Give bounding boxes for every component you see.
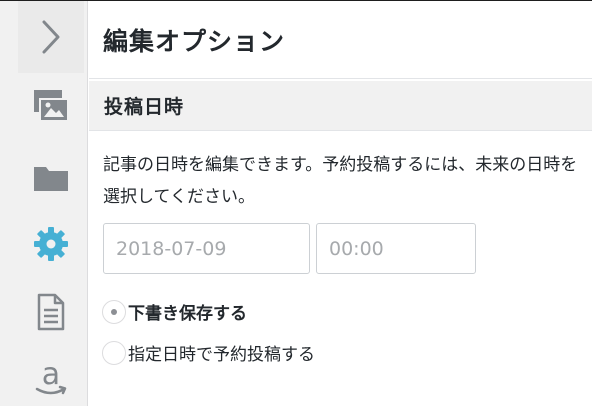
svg-text:a: a	[42, 358, 60, 392]
settings-button[interactable]	[18, 213, 84, 275]
amazon-button[interactable]: a	[18, 347, 84, 406]
schedule-post-label: 指定日時で予約投稿する	[128, 345, 315, 365]
document-icon	[37, 293, 65, 331]
document-button[interactable]	[18, 281, 84, 343]
save-draft-option[interactable]: 下書き保存する	[102, 299, 247, 324]
folder-icon	[34, 167, 68, 191]
save-draft-label: 下書き保存する	[128, 304, 247, 324]
section-title: 投稿日時	[104, 96, 185, 118]
editor-sidebar-rail: a	[0, 1, 88, 406]
schedule-post-radio[interactable]	[102, 340, 126, 365]
date-input[interactable]	[103, 223, 310, 274]
radio-selected-dot	[111, 308, 117, 315]
category-button[interactable]	[18, 147, 84, 209]
panel-title: 編集オプション	[103, 26, 286, 56]
collapse-toggle-button[interactable]	[18, 1, 84, 73]
publish-date-section-header: 投稿日時	[89, 81, 592, 131]
gear-icon	[34, 227, 68, 261]
panel-header: 編集オプション	[89, 1, 592, 79]
media-button[interactable]	[18, 75, 84, 137]
chevron-right-icon	[42, 20, 60, 54]
time-input[interactable]	[316, 223, 476, 274]
section-description: 記事の日時を編集できます。予約投稿するには、未来の日時を選択してください。	[103, 155, 578, 207]
save-draft-radio[interactable]	[102, 299, 126, 324]
schedule-post-option[interactable]: 指定日時で予約投稿する	[102, 340, 315, 365]
amazon-icon: a	[35, 358, 67, 395]
media-icon	[34, 90, 69, 122]
edit-options-panel: 編集オプション 投稿日時 記事の日時を編集できます。予約投稿するには、未来の日時…	[89, 1, 592, 406]
